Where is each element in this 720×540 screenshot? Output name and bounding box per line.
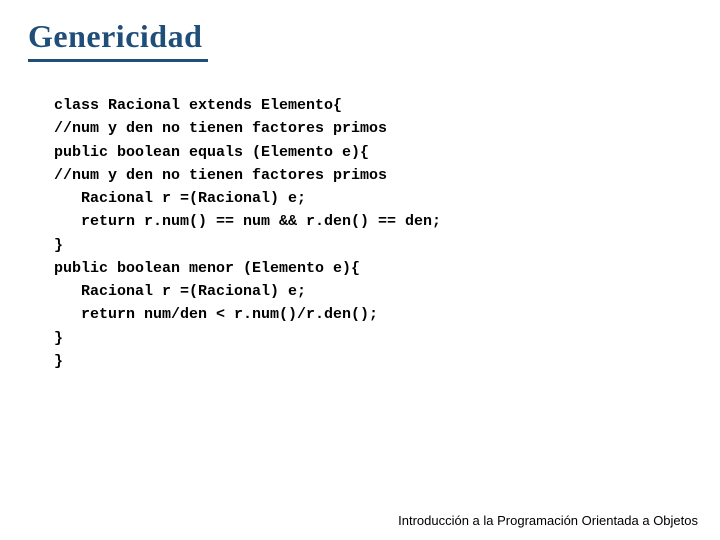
slide-footer: Introducción a la Programación Orientada…: [398, 513, 698, 528]
code-block: class Racional extends Elemento{ //num y…: [54, 94, 441, 373]
slide-title: Genericidad: [28, 18, 208, 62]
